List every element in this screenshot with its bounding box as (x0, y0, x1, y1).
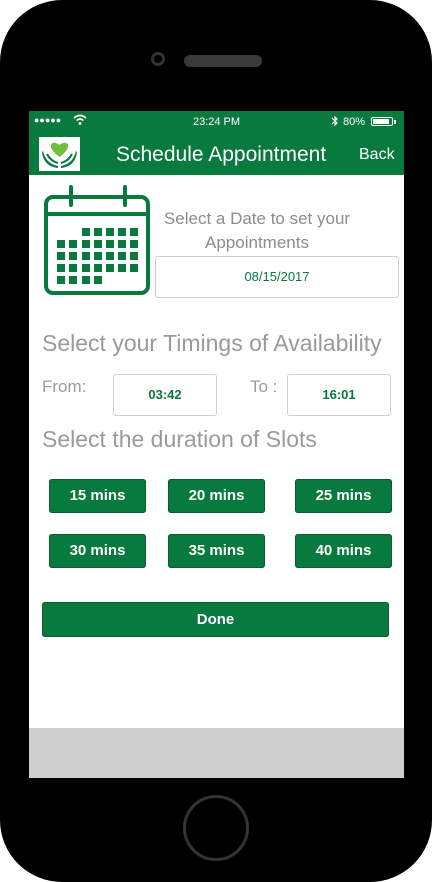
bottom-bar (29, 728, 404, 778)
bluetooth-icon (331, 115, 338, 127)
app-screen: ●●●●● 23:24 PM 80% Schedule Appointment … (29, 111, 404, 778)
nav-bar: Schedule Appointment Back (29, 133, 404, 175)
home-button[interactable] (183, 795, 249, 861)
done-button[interactable]: Done (42, 602, 389, 637)
page-title: Schedule Appointment (116, 143, 327, 166)
to-time-field[interactable]: 16:01 (287, 374, 391, 416)
calendar-icon[interactable] (44, 185, 152, 297)
timings-heading: Select your Timings of Availability (42, 330, 382, 356)
battery-icon (371, 117, 396, 126)
date-field[interactable]: 08/15/2017 (155, 256, 399, 298)
from-time-field[interactable]: 03:42 (113, 374, 217, 416)
to-label: To : (250, 377, 278, 396)
status-bar: ●●●●● 23:24 PM 80% (29, 111, 404, 133)
back-button[interactable]: Back (359, 146, 395, 164)
battery-percent: 80% (343, 116, 366, 128)
phone-frame: ●●●●● 23:24 PM 80% Schedule Appointment … (0, 0, 432, 882)
slot-40-button[interactable]: 40 mins (295, 534, 392, 568)
slots-heading: Select the duration of Slots (42, 426, 317, 452)
earpiece-speaker (184, 55, 262, 67)
slot-30-button[interactable]: 30 mins (49, 534, 146, 568)
date-prompt: Select a Date to set your Appointments (163, 209, 351, 252)
from-label: From: (42, 377, 87, 396)
slot-20-button[interactable]: 20 mins (168, 479, 265, 513)
slot-25-button[interactable]: 25 mins (295, 479, 392, 513)
slot-15-button[interactable]: 15 mins (49, 479, 146, 513)
slot-35-button[interactable]: 35 mins (168, 534, 265, 568)
front-camera (151, 52, 165, 66)
app-logo (39, 137, 80, 171)
